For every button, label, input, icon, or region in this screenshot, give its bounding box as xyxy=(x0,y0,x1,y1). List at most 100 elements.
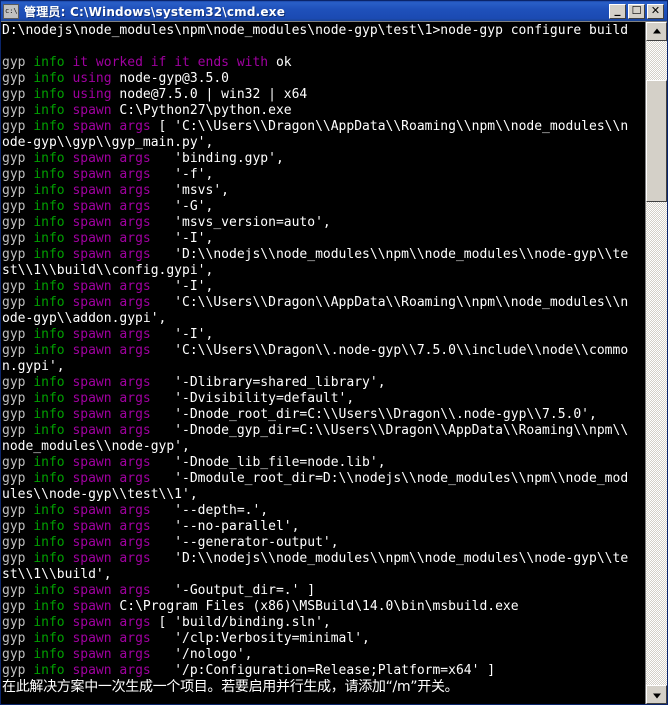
console-text-span: gyp xyxy=(2,183,34,198)
console-text-span: it worked if it ends with xyxy=(72,55,276,70)
console-line: gyp info spawn args 'D:\\nodejs\\node_mo… xyxy=(2,247,645,263)
minimize-button[interactable]: _ xyxy=(609,3,626,19)
console-text-span: gyp xyxy=(2,279,34,294)
console-text-span: '--no-parallel', xyxy=(158,519,300,534)
console-text-span: '-Dmodule_root_dir=D:\\nodejs\\node_modu… xyxy=(158,471,629,486)
console-text-span: 'msvs', xyxy=(158,183,229,198)
console-text-span: gyp xyxy=(2,519,34,534)
console-line: gyp info spawn args '-I', xyxy=(2,279,645,295)
console-line: st\\1\\build\\config.gypi', xyxy=(2,263,645,279)
console-line: gyp info spawn args '-Dlibrary=shared_li… xyxy=(2,375,645,391)
console-text-span: spawn args xyxy=(72,199,159,214)
console-line: n.gypi', xyxy=(2,359,645,375)
console-text-span: gyp xyxy=(2,55,34,70)
console-text-span: '-Dlibrary=shared_library', xyxy=(158,375,386,390)
console-text-span: info xyxy=(33,631,73,646)
console-text-span: gyp xyxy=(2,247,34,262)
console-text-span: info xyxy=(33,55,73,70)
console-text-span: gyp xyxy=(2,87,34,102)
console-line: gyp info spawn args '-Dvisibility=defaul… xyxy=(2,391,645,407)
console-line: gyp info spawn args '--depth=.', xyxy=(2,503,645,519)
console-text-span: info xyxy=(33,71,73,86)
console-text-span: node_modules\\node-gyp', xyxy=(2,439,190,454)
title-bar[interactable]: 管理员: C:\Windows\system32\cmd.exe _ ☐ ✕ xyxy=(1,1,667,21)
console-text-span: spawn args xyxy=(72,231,159,246)
console-text-span: gyp xyxy=(2,327,34,342)
console-text-span: '-I', xyxy=(158,231,214,246)
console-text-span: gyp xyxy=(2,407,34,422)
close-icon: ✕ xyxy=(650,3,661,17)
console-text-span: gyp xyxy=(2,71,34,86)
maximize-icon: ☐ xyxy=(631,3,642,17)
console-text-span: gyp xyxy=(2,151,34,166)
console-line: gyp info spawn args [ 'C:\\Users\\Dragon… xyxy=(2,119,645,135)
console-text-span: gyp xyxy=(2,455,34,470)
console-text-span: spawn args xyxy=(72,551,159,566)
console-line: gyp info spawn args '/clp:Verbosity=mini… xyxy=(2,631,645,647)
console-text-span: info xyxy=(33,375,73,390)
console-line: gyp info spawn args '-Dnode_gyp_dir=C:\\… xyxy=(2,423,645,439)
console-line: gyp info spawn args 'C:\\Users\\Dragon\\… xyxy=(2,343,645,359)
console-text-span: info xyxy=(33,215,73,230)
console-text-span: info xyxy=(33,583,73,598)
console-text-span: 'C:\\Users\\Dragon\\.node-gyp\\7.5.0\\in… xyxy=(158,343,629,358)
console-line: gyp info spawn args 'msvs', xyxy=(2,183,645,199)
console-text-span: gyp xyxy=(2,663,34,678)
console-text-span: gyp xyxy=(2,343,34,358)
console-text-span: info xyxy=(33,247,73,262)
console-text-span: ules\\node-gyp\\test\\1', xyxy=(2,487,198,502)
console-text-span: info xyxy=(33,183,73,198)
console-line: gyp info spawn args 'D:\\nodejs\\node_mo… xyxy=(2,551,645,567)
console-text-span: info xyxy=(33,407,73,422)
console-text-span: 'D:\\nodejs\\node_modules\\npm\\node_mod… xyxy=(158,247,629,262)
console-output[interactable]: D:\nodejs\node_modules\npm\node_modules\… xyxy=(1,22,645,704)
scrollbar-track[interactable] xyxy=(646,41,667,685)
console-text-span: gyp xyxy=(2,631,34,646)
console-text-span: info xyxy=(33,231,73,246)
console-text-span: spawn args xyxy=(72,455,159,470)
console-line: gyp info spawn args '-G', xyxy=(2,199,645,215)
console-text-span: spawn args xyxy=(72,647,159,662)
console-text-span: info xyxy=(33,503,73,518)
console-text-span: ok xyxy=(275,55,292,70)
console-text-span: n.gypi', xyxy=(2,359,65,374)
console-text-span: '-G', xyxy=(158,199,214,214)
scrollbar-thumb[interactable] xyxy=(646,79,667,202)
console-text-span: spawn args xyxy=(72,535,159,550)
cmd-icon[interactable] xyxy=(3,3,19,19)
console-line: gyp info spawn args '-Goutput_dir=.' ] xyxy=(2,583,645,599)
console-text-span: spawn args xyxy=(72,327,159,342)
console-text-span: spawn args xyxy=(72,423,159,438)
console-text-span: D:\nodejs\node_modules\npm\node_modules\… xyxy=(2,23,629,38)
console-text-span: info xyxy=(33,199,73,214)
console-line: st\\1\\build', xyxy=(2,567,645,583)
close-button[interactable]: ✕ xyxy=(647,3,664,19)
console-line: gyp info it worked if it ends with ok xyxy=(2,55,645,71)
console-line: gyp info spawn args '-Dnode_lib_file=nod… xyxy=(2,455,645,471)
console-text-span: gyp xyxy=(2,535,34,550)
console-text-span: spawn xyxy=(72,599,120,614)
console-line: gyp info spawn args '-I', xyxy=(2,231,645,247)
console-text-span: gyp xyxy=(2,647,34,662)
console-line: gyp info spawn args 'msvs_version=auto', xyxy=(2,215,645,231)
console-line: D:\nodejs\node_modules\npm\node_modules\… xyxy=(2,23,645,39)
console-text-span: info xyxy=(33,391,73,406)
console-text-span: 在此解决方案中一次生成一个项目。若要启用并行生成，请添加“/m”开关。 xyxy=(2,679,459,695)
console-text-span: '-Dvisibility=default', xyxy=(158,391,355,406)
window-title: 管理员: C:\Windows\system32\cmd.exe xyxy=(24,4,286,19)
console-text-span: spawn args xyxy=(72,295,159,310)
scroll-up-button[interactable] xyxy=(646,22,667,41)
console-text-span: info xyxy=(33,599,73,614)
console-line: gyp info using node-gyp@3.5.0 xyxy=(2,71,645,87)
console-text-span: node@7.5.0 | win32 | x64 xyxy=(119,87,308,102)
console-line: gyp info spawn C:\Program Files (x86)\MS… xyxy=(2,599,645,615)
vertical-scrollbar[interactable] xyxy=(645,22,667,704)
maximize-button[interactable]: ☐ xyxy=(628,3,645,19)
console-text-span: gyp xyxy=(2,103,34,118)
console-text-span: gyp xyxy=(2,471,34,486)
console-text-span: gyp xyxy=(2,583,34,598)
scroll-down-button[interactable] xyxy=(646,685,667,704)
console-text-span: spawn args xyxy=(72,407,159,422)
console-text-span: spawn args xyxy=(72,343,159,358)
console-text-span: C:\Python27\python.exe xyxy=(119,103,292,118)
